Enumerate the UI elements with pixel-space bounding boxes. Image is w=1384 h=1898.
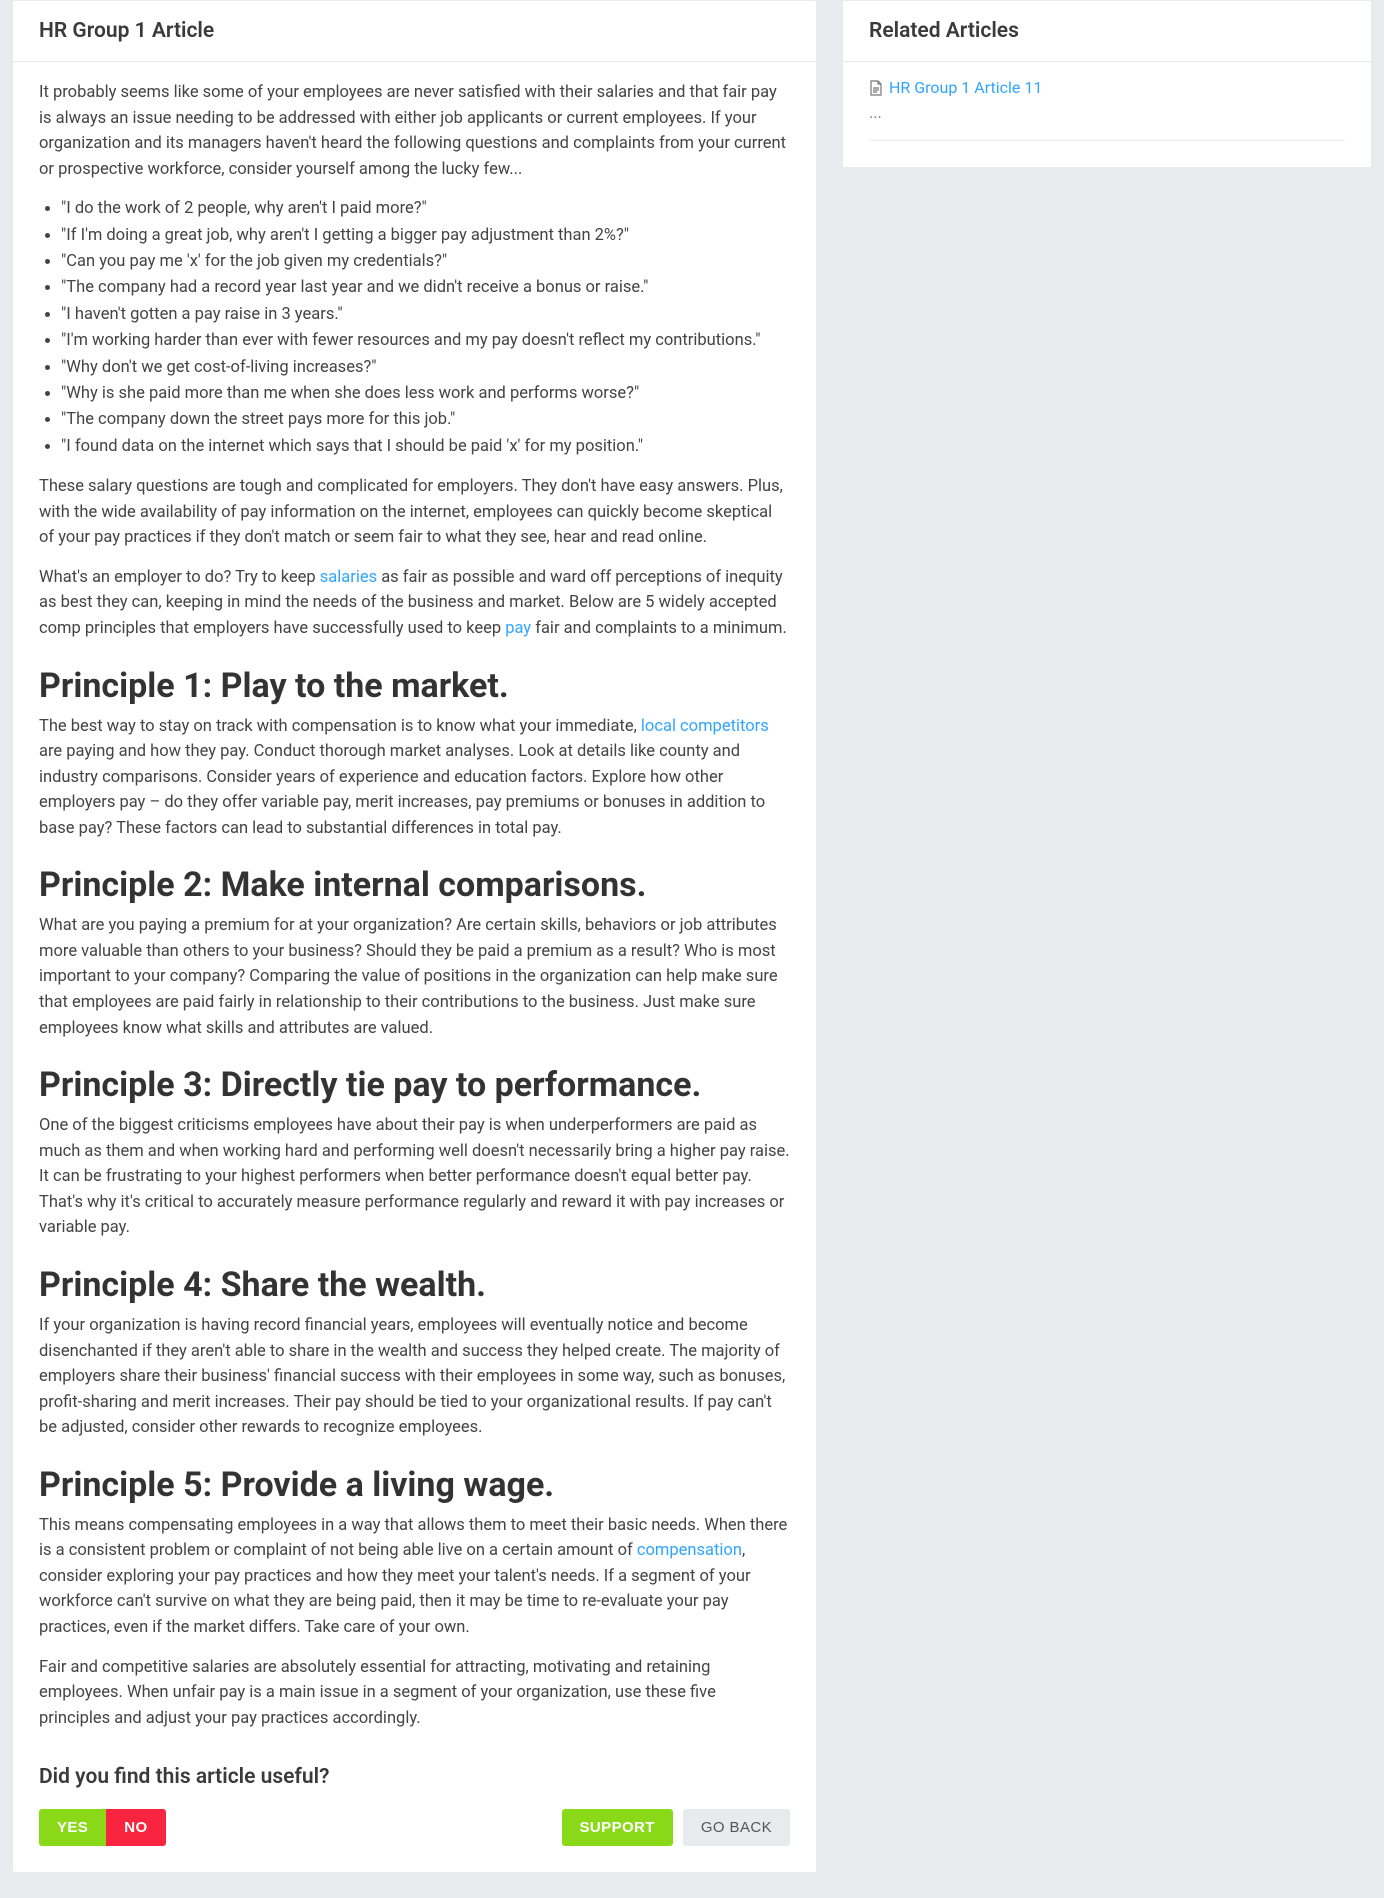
article-intro: It probably seems like some of your empl… xyxy=(39,80,790,182)
pay-link[interactable]: pay xyxy=(505,619,531,638)
local-competitors-link[interactable]: local competitors xyxy=(641,717,769,736)
go-back-button[interactable]: GO BACK xyxy=(683,1809,790,1846)
article-para2: These salary questions are tough and com… xyxy=(39,474,790,551)
principle-5-heading: Principle 5: Provide a living wage. xyxy=(39,1465,790,1505)
related-articles-ellipsis: ... xyxy=(869,103,1345,122)
article-para3: What's an employer to do? Try to keep sa… xyxy=(39,565,790,642)
article-card: HR Group 1 Article It probably seems lik… xyxy=(12,0,817,1873)
action-buttons: SUPPORT GO BACK xyxy=(562,1809,790,1846)
feedback-buttons: YES NO xyxy=(39,1809,166,1846)
related-articles-card: Related Articles HR Group 1 Article 11 .… xyxy=(842,0,1372,168)
quote-item: "If I'm doing a great job, why aren't I … xyxy=(61,223,790,249)
principle-2-text: What are you paying a premium for at you… xyxy=(39,913,790,1041)
principle-4-heading: Principle 4: Share the wealth. xyxy=(39,1265,790,1305)
article-body: It probably seems like some of your empl… xyxy=(13,62,816,1872)
principle-5-text: This means compensating employees in a w… xyxy=(39,1513,790,1641)
quote-item: "The company down the street pays more f… xyxy=(61,407,790,433)
support-button[interactable]: SUPPORT xyxy=(562,1809,673,1846)
salaries-link[interactable]: salaries xyxy=(320,568,377,587)
document-icon xyxy=(869,80,883,96)
related-articles-separator xyxy=(869,140,1345,141)
quote-list: "I do the work of 2 people, why aren't I… xyxy=(39,196,790,460)
quote-item: "I haven't gotten a pay raise in 3 years… xyxy=(61,302,790,328)
principle-1-heading: Principle 1: Play to the market. xyxy=(39,666,790,706)
quote-item: "I'm working harder than ever with fewer… xyxy=(61,328,790,354)
quote-item: "I found data on the internet which says… xyxy=(61,434,790,460)
footer-row: YES NO SUPPORT GO BACK xyxy=(39,1809,790,1846)
related-articles-body: HR Group 1 Article 11 ... xyxy=(843,62,1371,167)
yes-button[interactable]: YES xyxy=(39,1809,106,1846)
principle-3-text: One of the biggest criticisms employees … xyxy=(39,1113,790,1241)
related-article-link[interactable]: HR Group 1 Article 11 xyxy=(889,78,1042,97)
principle-1-text: The best way to stay on track with compe… xyxy=(39,714,790,842)
article-title: HR Group 1 Article xyxy=(13,1,816,62)
no-button[interactable]: NO xyxy=(106,1809,165,1846)
principle-3-heading: Principle 3: Directly tie pay to perform… xyxy=(39,1065,790,1105)
quote-item: "The company had a record year last year… xyxy=(61,275,790,301)
quote-item: "Can you pay me 'x' for the job given my… xyxy=(61,249,790,275)
related-articles-heading: Related Articles xyxy=(843,1,1371,62)
quote-item: "I do the work of 2 people, why aren't I… xyxy=(61,196,790,222)
feedback-question: Did you find this article useful? xyxy=(39,1765,790,1789)
compensation-link[interactable]: compensation xyxy=(637,1541,742,1560)
principle-4-text: If your organization is having record fi… xyxy=(39,1313,790,1441)
principle-2-heading: Principle 2: Make internal comparisons. xyxy=(39,865,790,905)
article-closing: Fair and competitive salaries are absolu… xyxy=(39,1655,790,1732)
related-article-item: HR Group 1 Article 11 xyxy=(869,78,1345,97)
quote-item: "Why is she paid more than me when she d… xyxy=(61,381,790,407)
quote-item: "Why don't we get cost-of-living increas… xyxy=(61,355,790,381)
